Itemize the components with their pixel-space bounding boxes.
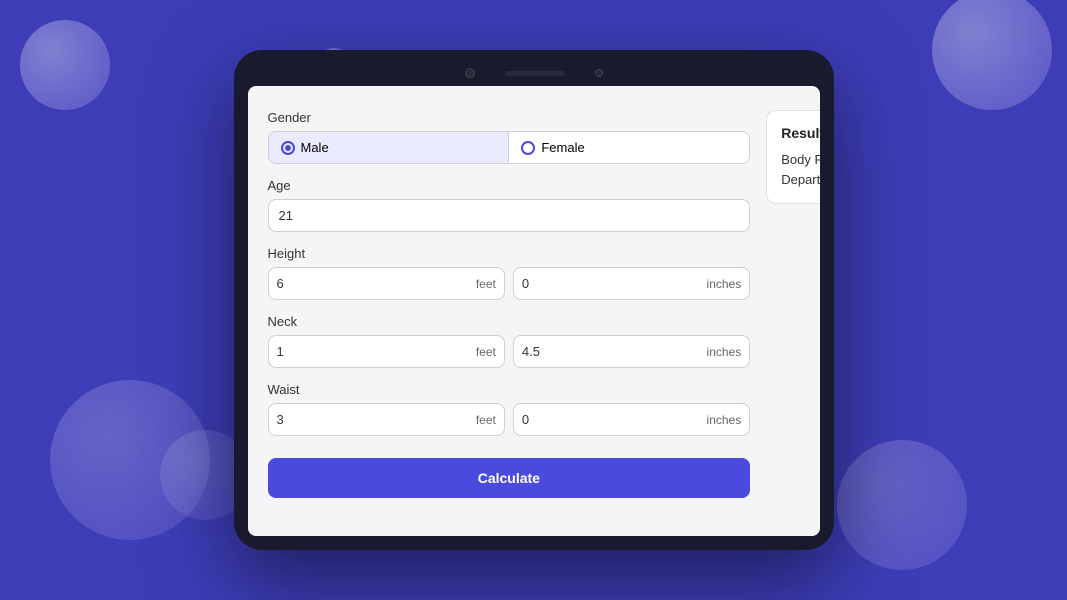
- decorative-bubble-6: [837, 440, 967, 570]
- height-feet-input[interactable]: [269, 268, 468, 299]
- result-body: Body Fat = 18% You meet the Department o…: [781, 150, 819, 189]
- neck-section: Neck feet inches: [268, 314, 751, 368]
- tablet-camera: [465, 68, 475, 78]
- waist-inches-unit: inches: [699, 413, 750, 427]
- height-section: Height feet inches: [268, 246, 751, 300]
- decorative-bubble-3: [932, 0, 1052, 110]
- neck-inches-unit: inches: [699, 345, 750, 359]
- gender-toggle: Male Female: [268, 131, 751, 164]
- waist-section: Waist feet inches: [268, 382, 751, 436]
- tablet-screen: Gender Male Female Age: [248, 86, 820, 536]
- male-label: Male: [301, 140, 329, 155]
- neck-label: Neck: [268, 314, 751, 329]
- female-label: Female: [541, 140, 584, 155]
- neck-inches-input[interactable]: [514, 336, 699, 367]
- height-inches-input-group: inches: [513, 267, 750, 300]
- gender-female-option[interactable]: Female: [509, 132, 749, 163]
- neck-inches-input-group: inches: [513, 335, 750, 368]
- age-input[interactable]: [268, 199, 751, 232]
- height-input-row: feet inches: [268, 267, 751, 300]
- tablet-frame: Gender Male Female Age: [234, 50, 834, 550]
- gender-male-option[interactable]: Male: [269, 132, 509, 163]
- height-feet-input-group: feet: [268, 267, 505, 300]
- height-label: Height: [268, 246, 751, 261]
- waist-label: Waist: [268, 382, 751, 397]
- height-feet-unit: feet: [468, 277, 504, 291]
- waist-feet-unit: feet: [468, 413, 504, 427]
- age-section: Age: [268, 178, 751, 232]
- gender-label: Gender: [268, 110, 751, 125]
- height-inches-unit: inches: [699, 277, 750, 291]
- neck-feet-input-group: feet: [268, 335, 505, 368]
- result-card: Result: ⧉ Body Fat = 18% You meet the De…: [766, 110, 819, 204]
- tablet-speaker: [505, 71, 565, 76]
- calculate-button[interactable]: Calculate: [268, 458, 751, 498]
- height-inches-input[interactable]: [514, 268, 699, 299]
- neck-input-row: feet inches: [268, 335, 751, 368]
- neck-feet-unit: feet: [468, 345, 504, 359]
- tablet-camera-right: [595, 69, 603, 77]
- waist-inches-input[interactable]: [514, 404, 699, 435]
- gender-section: Gender Male Female: [268, 110, 751, 164]
- age-label: Age: [268, 178, 751, 193]
- male-radio[interactable]: [281, 141, 295, 155]
- waist-feet-input-group: feet: [268, 403, 505, 436]
- female-radio[interactable]: [521, 141, 535, 155]
- decorative-bubble-1: [20, 20, 110, 110]
- tablet-top-bar: [248, 64, 820, 86]
- result-header: Result: ⧉: [781, 125, 819, 142]
- waist-inches-input-group: inches: [513, 403, 750, 436]
- waist-feet-input[interactable]: [269, 404, 468, 435]
- result-title: Result:: [781, 125, 819, 141]
- result-panel: Result: ⧉ Body Fat = 18% You meet the De…: [766, 110, 819, 512]
- calculator-panel: Gender Male Female Age: [268, 110, 751, 512]
- waist-input-row: feet inches: [268, 403, 751, 436]
- neck-feet-input[interactable]: [269, 336, 468, 367]
